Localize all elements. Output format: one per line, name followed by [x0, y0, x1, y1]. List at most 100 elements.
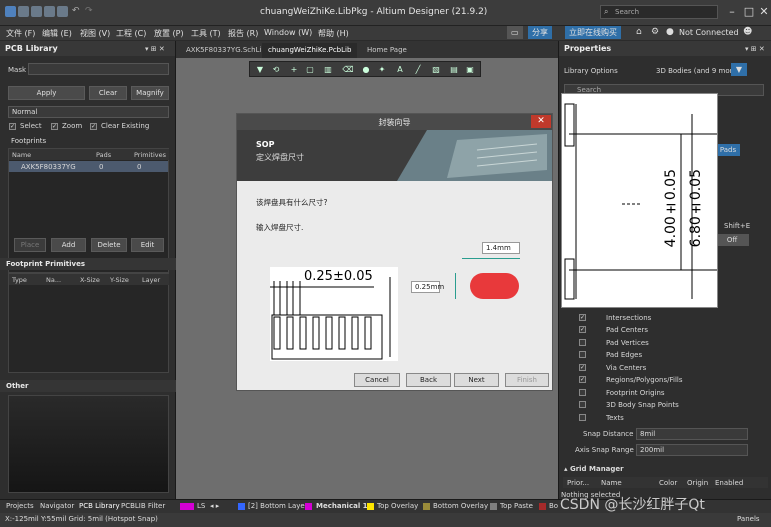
- mode-select[interactable]: Normal: [8, 106, 169, 118]
- clear-button[interactable]: Clear: [89, 86, 127, 100]
- menu-window[interactable]: Window (W): [264, 28, 312, 37]
- dialog-close-button[interactable]: ✕: [531, 115, 551, 128]
- texts-checkbox[interactable]: [579, 414, 586, 421]
- intersections-checkbox[interactable]: ✓: [579, 314, 586, 321]
- clear-existing-checkbox[interactable]: ✓: [90, 123, 97, 130]
- open-folder-icon[interactable]: [57, 6, 68, 17]
- minimize-button[interactable]: –: [724, 4, 740, 20]
- tab-pcb-library[interactable]: PCB Library: [79, 502, 120, 510]
- col-layer[interactable]: Layer: [139, 274, 169, 285]
- cancel-button[interactable]: Cancel: [354, 373, 400, 387]
- col-primitives[interactable]: Primitives: [131, 149, 169, 160]
- axis-snap-input[interactable]: 200mil: [636, 444, 748, 456]
- panel-menu-icon[interactable]: ▾ ⊞ ✕: [145, 45, 165, 53]
- col-pads[interactable]: Pads: [93, 149, 131, 160]
- tab-schlib[interactable]: AXK5F80337YG.SchLib: [180, 43, 272, 58]
- menu-reports[interactable]: 报告 (R): [228, 28, 258, 39]
- off-toggle[interactable]: Off: [715, 234, 749, 246]
- next-button[interactable]: Next: [454, 373, 499, 387]
- col-na[interactable]: Na...: [43, 274, 77, 285]
- place-button[interactable]: Place: [14, 238, 46, 252]
- gear-icon[interactable]: ⚙: [651, 27, 659, 37]
- layer-chip-ls[interactable]: [180, 503, 194, 510]
- col-priority[interactable]: Prior...: [567, 479, 589, 487]
- rectangle-icon[interactable]: ▢: [304, 64, 316, 76]
- pad-vertices-checkbox[interactable]: [579, 339, 586, 346]
- redo-icon[interactable]: ↷: [85, 6, 93, 16]
- line-icon[interactable]: ╱: [412, 64, 424, 76]
- image-icon[interactable]: ▣: [464, 64, 476, 76]
- menu-project[interactable]: 工程 (C): [116, 28, 146, 39]
- tab-projects[interactable]: Projects: [6, 502, 34, 510]
- finish-button[interactable]: Finish: [505, 373, 549, 387]
- grid-manager-header[interactable]: ▴ Grid Manager: [559, 464, 771, 475]
- tab-pcblib-filter[interactable]: PCBLIB Filter: [121, 502, 165, 510]
- filter-icon[interactable]: ▼: [731, 63, 747, 76]
- via-centers-checkbox[interactable]: ✓: [579, 364, 586, 371]
- filter-icon[interactable]: ▼: [254, 64, 266, 76]
- layer-bottom-overlay[interactable]: Bottom Overlay: [433, 502, 488, 510]
- tab-pcblib[interactable]: chuangWeiZhiKe.PcbLib: [262, 43, 358, 58]
- layer-ls[interactable]: LS: [197, 502, 205, 510]
- delete-button[interactable]: Delete: [91, 238, 127, 252]
- zoom-checkbox[interactable]: ✓: [51, 123, 58, 130]
- col-type[interactable]: Type: [9, 274, 43, 285]
- route-icon[interactable]: ⟲: [270, 64, 282, 76]
- col-xsize[interactable]: X-Size: [77, 274, 107, 285]
- undo-icon[interactable]: ↶: [72, 6, 80, 16]
- col-color[interactable]: Color: [659, 479, 677, 487]
- pad-length-input[interactable]: 1.4mm: [482, 242, 520, 254]
- eraser-icon[interactable]: ⌫: [342, 64, 354, 76]
- table-row[interactable]: AXK5F80337YG 0 0: [9, 161, 168, 172]
- footprint-primitives-header[interactable]: Footprint Primitives: [0, 258, 176, 270]
- save-icon[interactable]: [31, 6, 42, 17]
- buy-online-button[interactable]: 立即在线购买: [565, 26, 621, 39]
- tab-home-page[interactable]: Home Page: [361, 43, 413, 58]
- pad-icon[interactable]: ●: [360, 64, 372, 76]
- new-file-icon[interactable]: [18, 6, 29, 17]
- menu-place[interactable]: 放置 (P): [154, 28, 184, 39]
- home-icon[interactable]: ⌂: [636, 27, 642, 37]
- select-checkbox[interactable]: ✓: [9, 123, 16, 130]
- menu-tools[interactable]: 工具 (T): [191, 28, 221, 39]
- regions-checkbox[interactable]: ✓: [579, 376, 586, 383]
- layer-top-overlay[interactable]: Top Overlay: [377, 502, 418, 510]
- comment-icon[interactable]: ▭: [507, 26, 523, 39]
- pads-button[interactable]: Pads: [716, 144, 740, 156]
- account-menu-icon[interactable]: ☻: [743, 27, 752, 37]
- dimension-icon[interactable]: ▧: [430, 64, 442, 76]
- menu-help[interactable]: 帮助 (H): [318, 28, 349, 39]
- edit-button[interactable]: Edit: [131, 238, 164, 252]
- properties-panel-menu-icon[interactable]: ▾ ⊞ ✕: [745, 45, 765, 53]
- global-search-input[interactable]: ⌕ Search: [600, 5, 718, 19]
- pin-icon[interactable]: ✦: [376, 64, 388, 76]
- pad-width-input[interactable]: 0.25mm: [411, 281, 444, 293]
- panels-button[interactable]: Panels: [737, 515, 760, 523]
- save-all-icon[interactable]: [44, 6, 55, 17]
- back-button[interactable]: Back: [406, 373, 451, 387]
- tab-navigator[interactable]: Navigator: [40, 502, 74, 510]
- layer-mechanical-1[interactable]: Mechanical 1: [316, 502, 368, 510]
- share-button[interactable]: 分享: [528, 26, 552, 39]
- maximize-button[interactable]: □: [741, 4, 757, 20]
- menu-view[interactable]: 视图 (V): [80, 28, 110, 39]
- text-icon[interactable]: A: [394, 64, 406, 76]
- apply-button[interactable]: Apply: [8, 86, 85, 100]
- layer-top-paste[interactable]: Top Paste: [500, 502, 533, 510]
- magnify-button[interactable]: Magnify: [131, 86, 169, 100]
- col-enabled[interactable]: Enabled: [715, 479, 743, 487]
- mask-input[interactable]: [28, 63, 169, 75]
- layer-scroll-left-icon[interactable]: ◂ ▸: [210, 502, 219, 510]
- col-grid-name[interactable]: Name: [601, 479, 622, 487]
- pad-centers-checkbox[interactable]: ✓: [579, 326, 586, 333]
- menu-edit[interactable]: 编辑 (E): [42, 28, 72, 39]
- other-header[interactable]: Other: [0, 380, 176, 392]
- barchart-icon[interactable]: ▤: [448, 64, 460, 76]
- col-name[interactable]: Name: [9, 149, 93, 160]
- layer-bo[interactable]: Bo: [549, 502, 558, 510]
- col-origin[interactable]: Origin: [687, 479, 708, 487]
- body-snap-checkbox[interactable]: [579, 401, 586, 408]
- layer-bottom[interactable]: [2] Bottom Layer: [248, 502, 308, 510]
- crosshair-icon[interactable]: +: [288, 64, 300, 76]
- add-button[interactable]: Add: [51, 238, 86, 252]
